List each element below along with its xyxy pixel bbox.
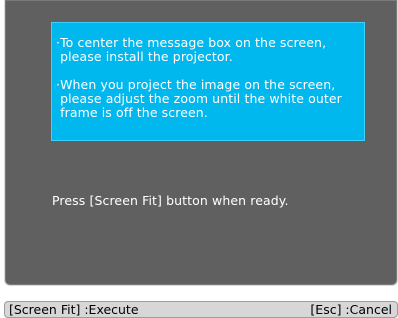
message-spacer — [56, 64, 364, 78]
instruction-message-box: ·To center the message box on the screen… — [51, 22, 365, 141]
message-line: ·To center the message box on the screen… — [56, 35, 327, 50]
message-line: frame is off the screen. — [56, 105, 208, 120]
key-hint-bar: [Screen Fit] :Execute [Esc] :Cancel — [4, 301, 398, 318]
message-line: ·When you project the image on the scree… — [56, 77, 336, 92]
cancel-key-hint[interactable]: [Esc] :Cancel — [310, 302, 392, 317]
message-line: please adjust the zoom until the white o… — [56, 91, 342, 106]
ready-prompt: Press [Screen Fit] button when ready. — [52, 193, 289, 208]
projector-screen-fit-dialog: ·To center the message box on the screen… — [0, 0, 398, 318]
execute-key-hint[interactable]: [Screen Fit] :Execute — [9, 302, 139, 317]
main-panel: ·To center the message box on the screen… — [4, 0, 398, 286]
message-line: please install the projector. — [56, 49, 233, 64]
